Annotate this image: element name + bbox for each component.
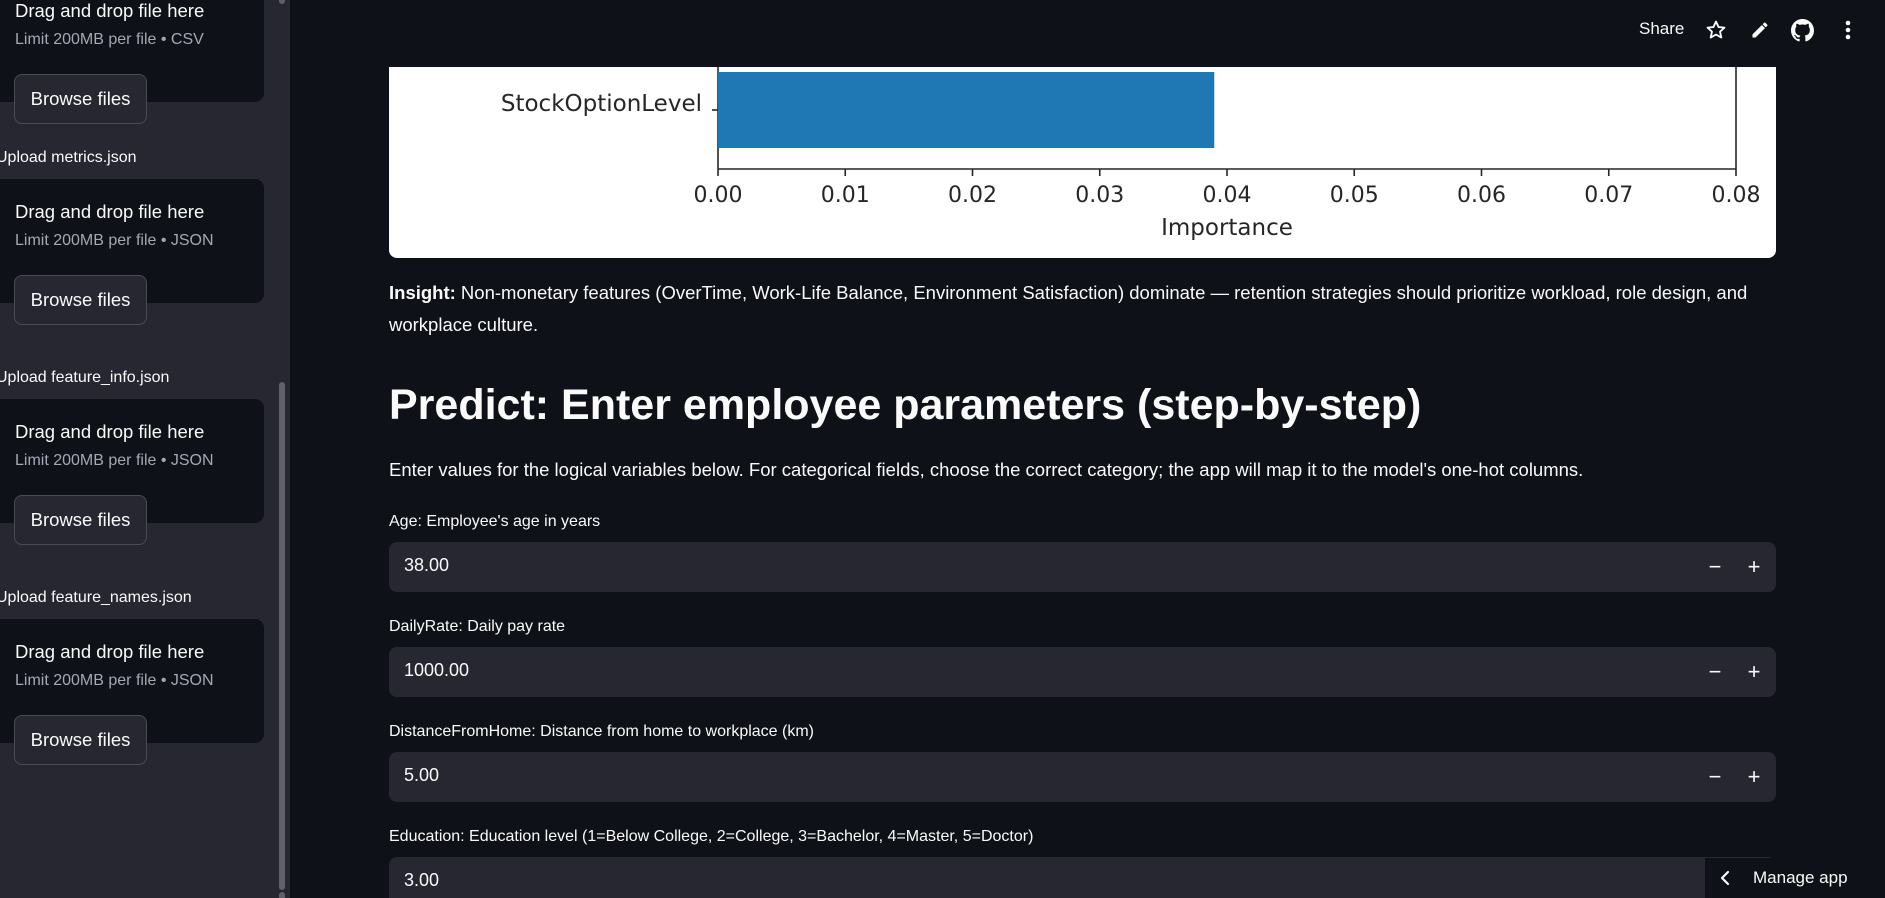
dropzone-limit: Limit 200MB per file • JSON <box>15 452 214 469</box>
star-icon[interactable] <box>1703 17 1729 43</box>
distance-from-home-value[interactable]: 5.00 <box>404 765 439 786</box>
sidebar-scrollbar[interactable] <box>277 0 285 898</box>
chart-svg: 0.00 0.01 0.02 0.03 0.04 0.05 0.06 0.07 0.08 Sto… <box>501 67 1761 241</box>
x-tick-label: 0.04 <box>1203 183 1252 208</box>
x-tick-label: 0.00 <box>694 183 743 208</box>
dropzone-limit: Limit 200MB per file • JSON <box>15 232 214 249</box>
education-label: Education: Education level (1=Below Coll… <box>389 828 1034 845</box>
dropzone-limit: Limit 200MB per file • JSON <box>15 672 214 689</box>
scrollbar-bottom-cap <box>279 892 285 898</box>
daily-rate-label: DailyRate: Daily pay rate <box>389 618 566 635</box>
browse-files-button[interactable]: Browse files <box>14 495 147 545</box>
daily-rate-value[interactable]: 1000.00 <box>404 660 469 681</box>
browse-files-button[interactable]: Browse files <box>14 275 147 325</box>
bar-stockoptionlevel <box>718 72 1215 148</box>
upload-feature-info-label: Upload feature_info.json <box>0 369 170 386</box>
upload-feature-names-label: Upload feature_names.json <box>0 589 192 606</box>
feature-importance-chart: 0.00 0.01 0.02 0.03 0.04 0.05 0.06 0.07 0.08 Sto… <box>389 67 1776 258</box>
increment-button[interactable]: + <box>1734 752 1774 802</box>
dropzone-title: Drag and drop file here <box>15 641 205 662</box>
decrement-button[interactable]: − <box>1695 542 1735 592</box>
predict-description: Enter values for the logical variables b… <box>389 459 1584 480</box>
file-dropzone-csv[interactable]: Drag and drop file here Limit 200MB per … <box>0 0 264 124</box>
chevron-left-icon <box>1719 870 1743 886</box>
insight-prefix: Insight: <box>389 282 456 303</box>
dropzone-title: Drag and drop file here <box>15 201 205 222</box>
age-number-input[interactable]: 38.00 − + <box>389 542 1776 592</box>
increment-button[interactable]: + <box>1734 647 1774 697</box>
more-vertical-icon[interactable] <box>1835 17 1861 43</box>
github-icon[interactable] <box>1789 17 1815 43</box>
category-tick-label: StockOptionLevel <box>501 91 702 117</box>
sidebar: Drag and drop file here Limit 200MB per … <box>0 0 290 898</box>
insight-text: Insight: Non-monetary features (OverTime… <box>389 277 1789 341</box>
distance-from-home-label: DistanceFromHome: Distance from home to … <box>389 723 815 740</box>
scrollbar-thumb[interactable] <box>279 382 285 890</box>
browse-files-button[interactable]: Browse files <box>14 74 147 124</box>
app-header: Share <box>290 0 1885 67</box>
x-axis-label: Importance <box>1161 215 1293 241</box>
x-tick-label: 0.08 <box>1712 183 1761 208</box>
file-dropzone-metrics[interactable]: Drag and drop file here Limit 200MB per … <box>0 179 264 325</box>
x-tick-label: 0.07 <box>1584 183 1633 208</box>
insight-body: Non-monetary features (OverTime, Work-Li… <box>389 282 1748 335</box>
decrement-button[interactable]: − <box>1695 647 1735 697</box>
age-value[interactable]: 38.00 <box>404 555 449 576</box>
pencil-icon[interactable] <box>1747 17 1773 43</box>
share-button[interactable]: Share <box>1639 19 1684 39</box>
education-value[interactable]: 3.00 <box>404 870 439 891</box>
decrement-button[interactable]: − <box>1695 752 1735 802</box>
x-tick-label: 0.05 <box>1330 183 1379 208</box>
x-tick-label: 0.06 <box>1457 183 1506 208</box>
increment-button[interactable]: + <box>1734 542 1774 592</box>
dropzone-title: Drag and drop file here <box>15 421 205 442</box>
dropzone-limit: Limit 200MB per file • CSV <box>15 31 204 48</box>
x-tick-label: 0.03 <box>1075 183 1124 208</box>
age-label: Age: Employee's age in years <box>389 513 601 530</box>
x-tick-label: 0.01 <box>821 183 870 208</box>
dropzone-title: Drag and drop file here <box>15 0 205 21</box>
daily-rate-number-input[interactable]: 1000.00 − + <box>389 647 1776 697</box>
manage-app-label: Manage app <box>1753 868 1848 887</box>
upload-metrics-label: Upload metrics.json <box>0 149 137 166</box>
file-dropzone-feature-names[interactable]: Drag and drop file here Limit 200MB per … <box>0 619 264 765</box>
x-tick-label: 0.02 <box>948 183 997 208</box>
education-number-input[interactable]: 3.00 <box>389 857 1776 898</box>
browse-files-button[interactable]: Browse files <box>14 715 147 765</box>
predict-heading: Predict: Enter employee parameters (step… <box>389 381 1422 429</box>
manage-app-button[interactable]: Manage app <box>1705 858 1885 898</box>
scrollbar-top-cap <box>279 0 285 4</box>
distance-from-home-number-input[interactable]: 5.00 − + <box>389 752 1776 802</box>
file-dropzone-feature-info[interactable]: Drag and drop file here Limit 200MB per … <box>0 399 264 545</box>
